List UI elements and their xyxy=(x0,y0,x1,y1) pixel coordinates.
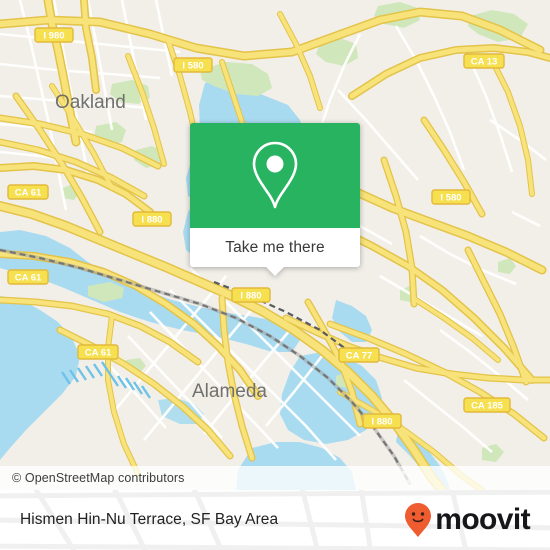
attribution-text: © OpenStreetMap contributors xyxy=(12,471,185,485)
smiling-pin-icon xyxy=(405,503,432,537)
svg-text:CA 61: CA 61 xyxy=(15,273,42,284)
svg-text:CA 77: CA 77 xyxy=(346,351,373,362)
svg-text:I 880: I 880 xyxy=(371,417,392,428)
svg-text:I 980: I 980 xyxy=(43,31,64,42)
map-attribution: © OpenStreetMap contributors xyxy=(0,466,550,490)
road-shield: CA 61 xyxy=(7,269,49,285)
map-label-oakland: Oakland xyxy=(55,92,126,113)
road-shield: I 880 xyxy=(132,211,172,227)
svg-text:I 580: I 580 xyxy=(182,61,203,72)
road-shield: CA 61 xyxy=(7,184,49,200)
take-me-there-button[interactable]: Take me there xyxy=(190,228,360,276)
svg-text:I 880: I 880 xyxy=(141,215,162,226)
footer-bar: Hismen Hin-Nu Terrace, SF Bay Area moovi… xyxy=(0,490,550,550)
road-shield: CA 185 xyxy=(463,397,511,413)
svg-text:CA 61: CA 61 xyxy=(85,348,112,359)
road-shield: I 880 xyxy=(362,413,402,429)
svg-text:CA 185: CA 185 xyxy=(471,401,504,412)
road-shield: I 580 xyxy=(431,189,471,205)
popup-tail xyxy=(266,267,284,276)
map-pin-icon xyxy=(252,141,298,208)
footer-content: Hismen Hin-Nu Terrace, SF Bay Area moovi… xyxy=(0,490,550,550)
road-shield: I 580 xyxy=(173,57,213,73)
popup-image-area xyxy=(190,123,360,228)
moovit-logo[interactable]: moovit xyxy=(403,502,531,538)
road-shield: CA 13 xyxy=(463,53,505,69)
road-shield: I 980 xyxy=(34,27,74,43)
svg-text:I 580: I 580 xyxy=(440,193,461,204)
map-label-alameda: Alameda xyxy=(192,381,267,402)
svg-text:CA 61: CA 61 xyxy=(15,188,42,199)
svg-text:I 880: I 880 xyxy=(240,291,261,302)
road-shield: CA 61 xyxy=(77,344,119,360)
svg-text:CA 13: CA 13 xyxy=(471,57,498,68)
take-me-there-label: Take me there xyxy=(225,238,325,256)
moovit-wordmark: moovit xyxy=(435,503,530,536)
location-popup-card[interactable]: Take me there xyxy=(190,123,360,276)
place-title: Hismen Hin-Nu Terrace, SF Bay Area xyxy=(20,511,279,528)
road-shield: I 880 xyxy=(231,287,271,303)
map-page: Oakland Alameda I 980 I 580 CA 13 CA 61 … xyxy=(0,0,550,550)
road-shield: CA 77 xyxy=(338,347,380,363)
